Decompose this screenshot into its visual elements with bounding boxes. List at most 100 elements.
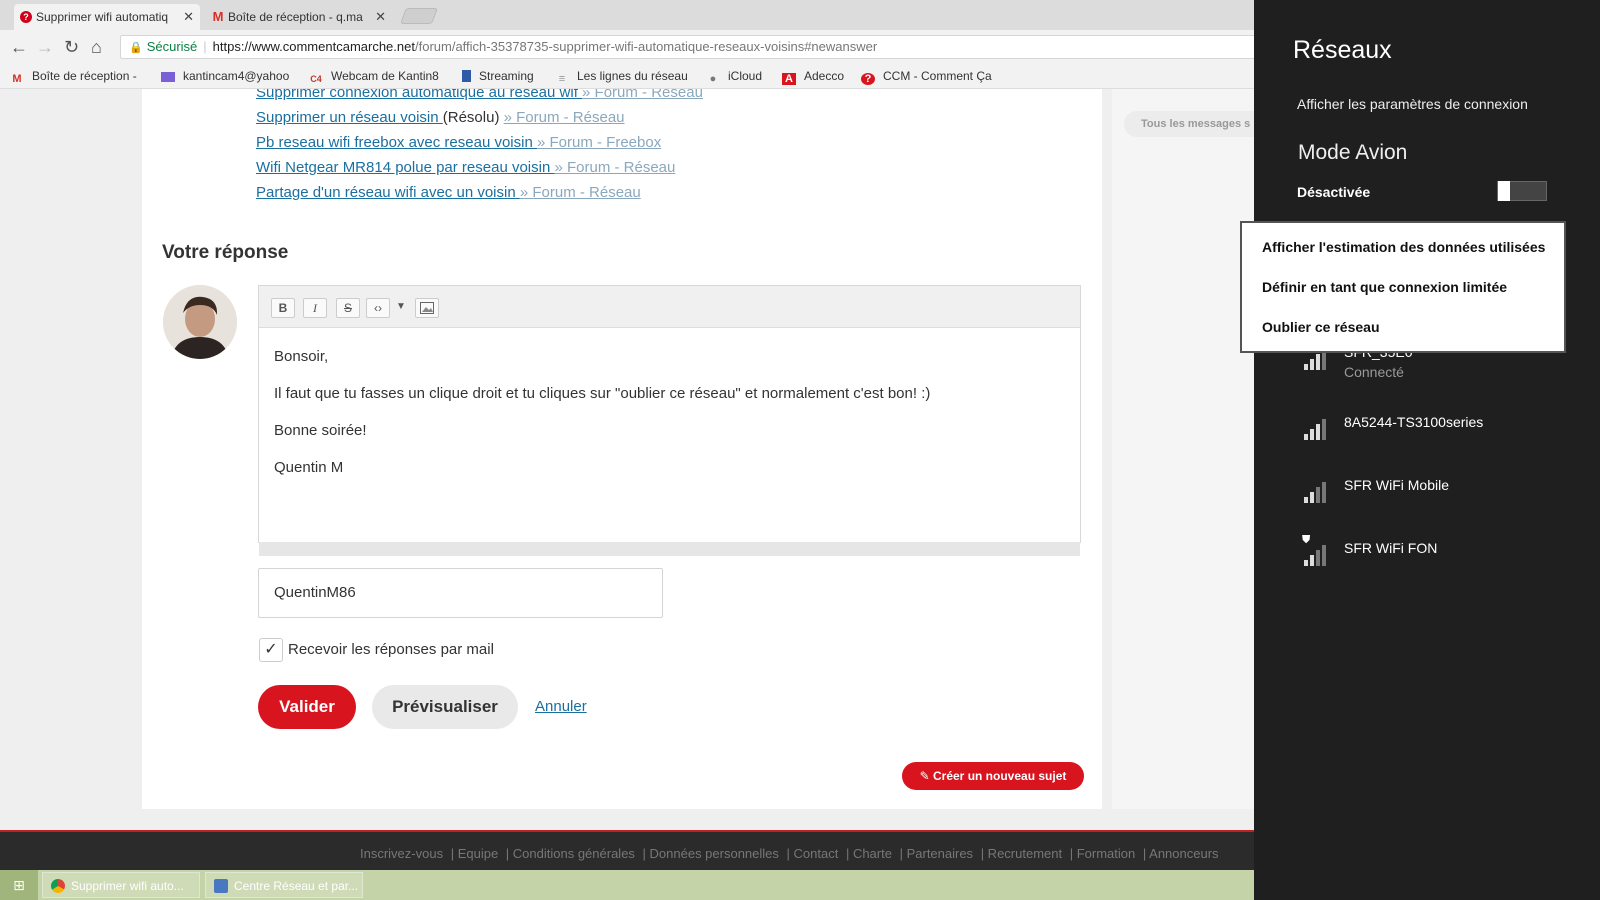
network-name: SFR WiFi FON [1344,540,1438,556]
toggle-knob [1498,181,1510,201]
bookmark-streaming[interactable]: Streaming [462,69,534,83]
footer-link[interactable]: | Données personnelles [643,846,779,861]
back-arrow-icon[interactable]: ← [10,37,28,57]
close-tab-icon[interactable]: ✕ [183,4,194,30]
related-forum-link[interactable]: » Forum - Freebox [537,134,661,151]
all-messages-button[interactable]: Tous les messages s [1124,111,1254,137]
image-button[interactable] [415,298,439,318]
related-item: Supprimer connexion automatique au resea… [256,89,703,101]
connection-settings-link[interactable]: Afficher les paramètres de connexion [1297,96,1528,112]
c4-icon: C4 [310,74,322,84]
cancel-link[interactable]: Annuler [535,698,587,715]
browser-toolbar: ← → ↻ ⌂ 🔒 Sécurisé | https://www.commentcam… [0,30,1254,64]
windows-icon: ⊞ [13,877,25,893]
home-icon[interactable]: ⌂ [91,37,102,57]
new-tab-button[interactable] [400,8,438,24]
reply-line: Bonne soirée! [274,422,367,439]
footer-link[interactable]: | Conditions générales [506,846,635,861]
page-content: Tous les messages s Supprimer connexion … [0,89,1254,830]
bookmark-adecco[interactable]: A Adecco [782,69,844,85]
related-link[interactable]: Supprimer un réseau voisin [256,109,443,126]
bookmark-gmail[interactable]: M Boîte de réception - [10,69,136,85]
footer-link[interactable]: | Equipe [451,846,498,861]
airplane-mode-state: Désactivée [1297,184,1371,200]
italic-button[interactable]: I [303,298,327,318]
taskbar-item-chrome[interactable]: Supprimer wifi auto... [42,872,200,898]
right-column [1112,89,1254,809]
network-item[interactable]: SFR WiFi Mobile [1304,477,1584,517]
metro-icon: ≡ [558,73,566,85]
edit-icon: ✎ [919,769,933,783]
bold-button[interactable]: B [271,298,295,318]
related-link[interactable]: Partage d'un réseau wifi avec un voisin [256,184,520,201]
related-link[interactable]: Wifi Netgear MR814 polue par reseau vois… [256,159,554,176]
related-link[interactable]: Pb reseau wifi freebox avec reseau voisi… [256,134,537,151]
secure-label: Sécurisé [146,39,198,54]
bookmark-lignes[interactable]: ≡ Les lignes du réseau [555,69,688,85]
submit-button[interactable]: Valider [258,685,356,729]
code-dropdown-arrow[interactable]: ▼ [395,298,407,318]
related-item: Supprimer un réseau voisin (Résolu) » Fo… [256,109,625,126]
bookmarks-bar: M Boîte de réception - kantincam4@yahoo C… [0,64,1254,89]
footer-link[interactable]: | Recrutement [981,846,1062,861]
menu-item-metered-connection[interactable]: Définir en tant que connexion limitée [1262,279,1507,295]
username-field[interactable]: QuentinM86 [258,568,663,618]
network-status: Connecté [1344,364,1404,380]
mail-notify-label: Recevoir les réponses par mail [288,641,494,658]
reload-icon[interactable]: ↻ [64,37,79,57]
network-panel: Réseaux Afficher les paramètres de conne… [1254,0,1600,900]
bookmark-icloud[interactable]: ● iCloud [706,69,762,85]
bookmark-yahoo[interactable]: kantincam4@yahoo [161,69,289,83]
editor-textarea[interactable]: Bonsoir, Il faut que tu fasses un clique… [274,348,1070,496]
address-bar[interactable]: 🔒 Sécurisé | https://www.commentcamarche.ne… [120,35,1254,59]
preview-button[interactable]: Prévisualiser [372,685,518,729]
gmail-favicon-icon: M [212,9,224,24]
related-forum-link[interactable]: » Forum - Réseau [582,89,703,101]
adecco-icon: A [782,73,796,85]
wifi-signal-icon [1304,479,1330,503]
footer-link[interactable]: | Contact [787,846,839,861]
code-button[interactable]: ‹› [366,298,390,318]
tab-label: Boîte de réception - q.ma [228,10,363,24]
ccm-favicon-icon: ? [20,11,32,23]
url-host: https://www.commentcamarche.net [212,39,415,54]
network-name: SFR WiFi Mobile [1344,477,1450,493]
reply-line: Bonsoir, [274,348,329,365]
close-tab-icon[interactable]: ✕ [375,4,386,30]
mail-icon [161,72,175,82]
footer-link[interactable]: | Formation [1070,846,1136,861]
menu-item-data-usage[interactable]: Afficher l'estimation des données utilis… [1262,239,1545,255]
airplane-mode-title: Mode Avion [1298,141,1408,164]
tab-supprimer-wifi[interactable]: ? Supprimer wifi automatiq ✕ [14,4,200,30]
tab-label: Supprimer wifi automatiq [36,10,169,24]
airplane-mode-toggle[interactable] [1497,181,1547,201]
mail-notify-checkbox[interactable]: ✓ [259,638,283,662]
footer-link[interactable]: Inscrivez-vous [360,846,443,861]
editor-resize-bar[interactable] [259,542,1080,556]
bookmark-webcam[interactable]: C4 Webcam de Kantin8 [309,69,439,85]
network-item[interactable]: ⛊ SFR WiFi FON [1302,534,1584,580]
related-link[interactable]: Supprimer connexion automatique au resea… [256,89,582,101]
start-button[interactable]: ⊞ [0,870,38,900]
footer-link[interactable]: | Partenaires [900,846,973,861]
related-forum-link[interactable]: » Forum - Réseau [520,184,641,201]
tab-gmail[interactable]: M Boîte de réception - q.ma ✕ [206,4,392,30]
gmail-icon: M [12,73,22,85]
footer-link[interactable]: | Annonceurs [1143,846,1219,861]
menu-item-forget-network[interactable]: Oublier ce réseau [1262,319,1380,335]
related-forum-link[interactable]: » Forum - Réseau [554,159,675,176]
chrome-icon [51,879,65,893]
avatar [163,285,237,359]
network-item[interactable]: 8A5244-TS3100series [1304,414,1584,454]
related-forum-link[interactable]: » Forum - Réseau [504,109,625,126]
avatar-image [163,285,237,359]
reply-line: Quentin M [274,459,344,476]
footer-link[interactable]: | Charte [846,846,892,861]
new-topic-button[interactable]: ✎ Créer un nouveau sujet [902,762,1084,790]
strike-button[interactable]: S [336,298,360,318]
ccm-icon: ? [861,73,875,85]
site-footer: Inscrivez-vous | Equipe | Conditions gén… [0,830,1254,870]
bookmark-ccm[interactable]: ? CCM - Comment Ça [861,69,992,85]
forward-arrow-icon[interactable]: → [36,37,54,57]
taskbar-item-network-center[interactable]: Centre Réseau et par... [205,872,363,898]
